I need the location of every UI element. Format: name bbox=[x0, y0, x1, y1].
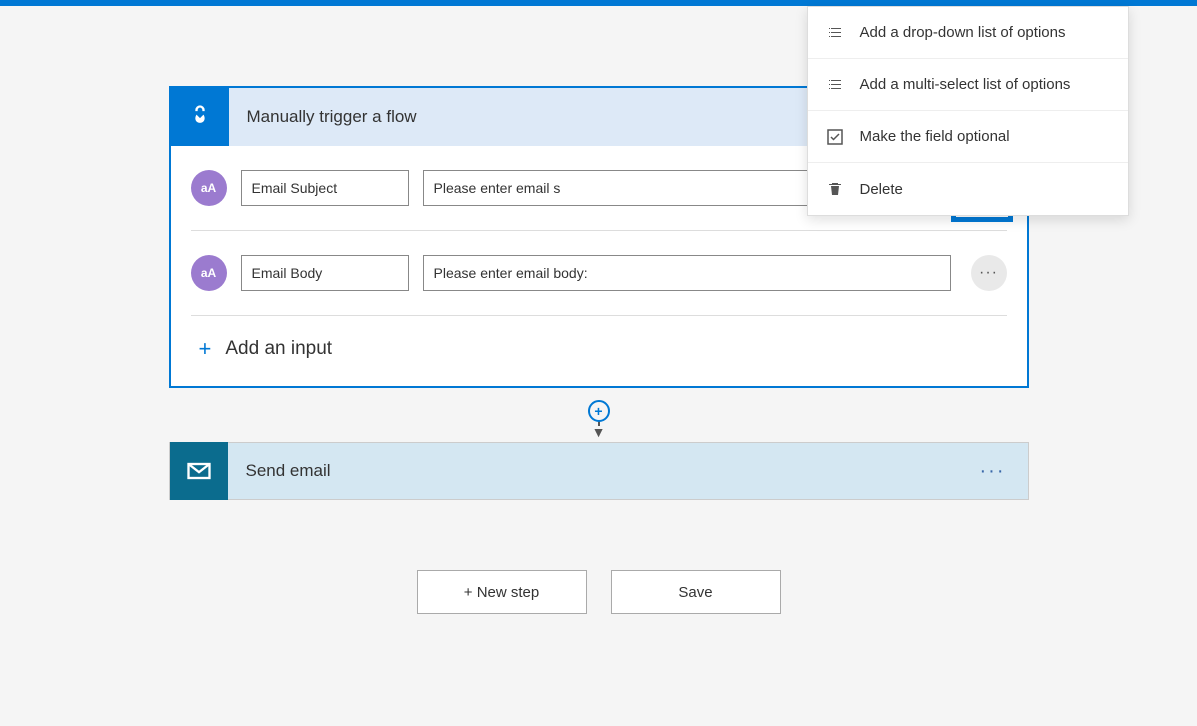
action-card-send-email[interactable]: Send email ··· bbox=[169, 442, 1029, 500]
menu-item-label: Add a multi-select list of options bbox=[860, 76, 1071, 93]
trigger-icon bbox=[171, 88, 229, 146]
field-context-menu: Add a drop-down list of options Add a mu… bbox=[807, 6, 1129, 216]
menu-item-label: Make the field optional bbox=[860, 128, 1010, 145]
menu-item-delete[interactable]: Delete bbox=[808, 163, 1128, 215]
save-button[interactable]: Save bbox=[611, 570, 781, 614]
field-name-input[interactable]: Email Subject bbox=[241, 170, 409, 206]
list-icon bbox=[826, 24, 844, 42]
menu-item-label: Delete bbox=[860, 181, 903, 198]
list-icon bbox=[826, 76, 844, 94]
action-title: Send email bbox=[228, 461, 980, 481]
connector: + ▼ bbox=[169, 388, 1029, 442]
menu-item-label: Add a drop-down list of options bbox=[860, 24, 1066, 41]
insert-step-button[interactable]: + bbox=[588, 400, 610, 422]
menu-item-dropdown-list[interactable]: Add a drop-down list of options bbox=[808, 7, 1128, 59]
checkbox-icon bbox=[826, 128, 844, 146]
arrow-down-icon: ▼ bbox=[592, 424, 606, 440]
field-menu-button[interactable]: ··· bbox=[971, 255, 1007, 291]
plus-icon: + bbox=[199, 336, 212, 362]
add-input-label: Add an input bbox=[225, 338, 332, 360]
new-step-button[interactable]: + New step bbox=[417, 570, 587, 614]
trash-icon bbox=[826, 180, 844, 198]
add-input-button[interactable]: + Add an input bbox=[191, 316, 1007, 366]
menu-item-multiselect-list[interactable]: Add a multi-select list of options bbox=[808, 59, 1128, 111]
menu-item-make-optional[interactable]: Make the field optional bbox=[808, 111, 1128, 163]
footer-actions: + New step Save bbox=[169, 570, 1029, 644]
field-prompt-input[interactable]: Please enter email body: bbox=[423, 255, 951, 291]
text-type-icon: aA bbox=[191, 255, 227, 291]
field-name-input[interactable]: Email Body bbox=[241, 255, 409, 291]
mail-icon bbox=[170, 442, 228, 500]
text-type-icon: aA bbox=[191, 170, 227, 206]
field-row-body: aA Email Body Please enter email body: ·… bbox=[191, 231, 1007, 316]
action-menu-button[interactable]: ··· bbox=[980, 460, 1006, 483]
